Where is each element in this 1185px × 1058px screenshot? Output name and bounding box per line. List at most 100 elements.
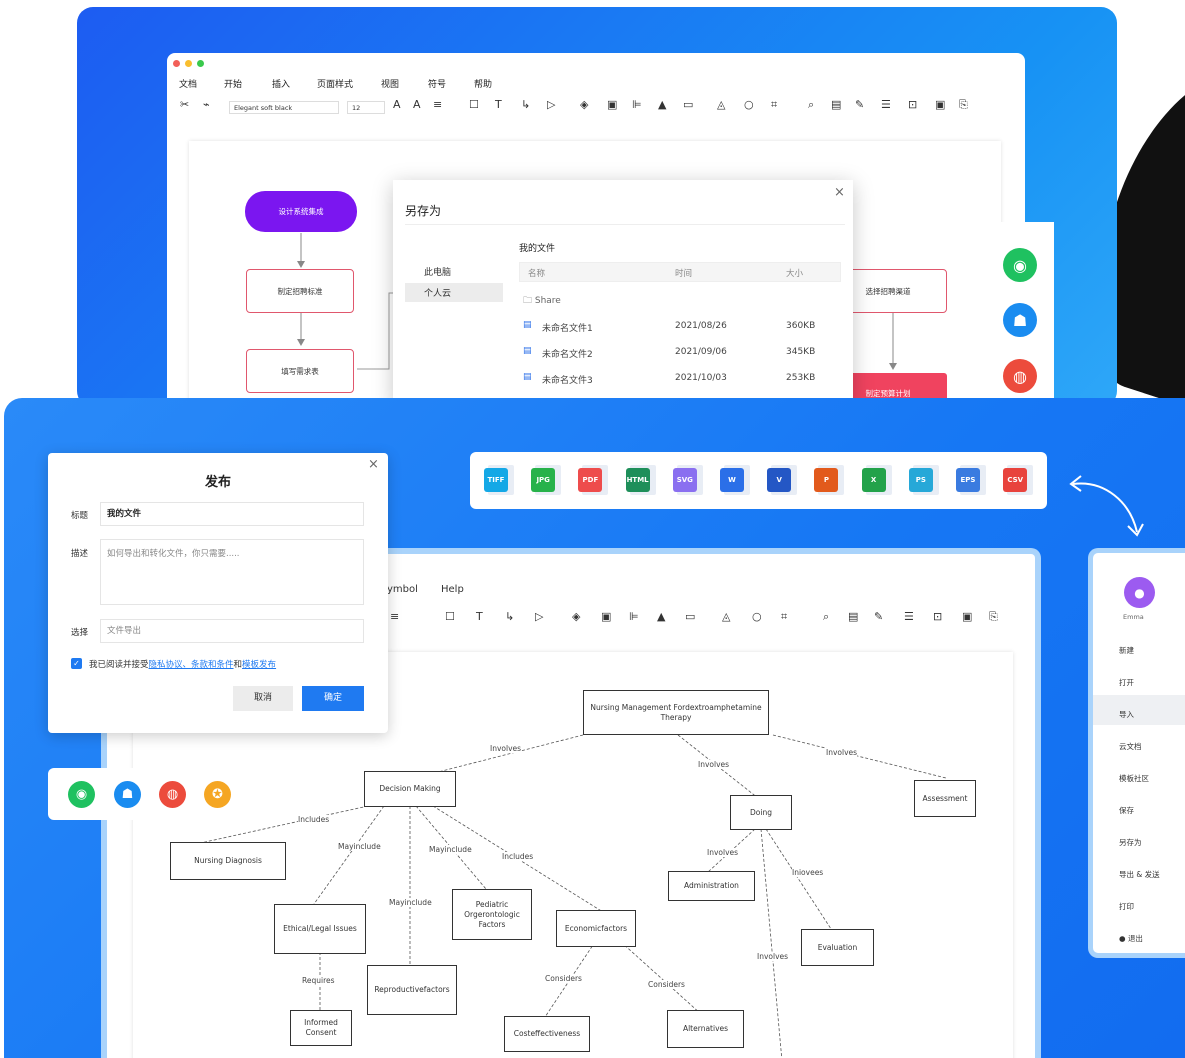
cut-icon[interactable]: ✂ (180, 98, 189, 111)
menu-template-community[interactable]: 模板社区 (1119, 773, 1149, 784)
fill-icon[interactable]: ◬ (717, 98, 725, 111)
font-grow-icon[interactable]: A (393, 98, 401, 111)
concept-node[interactable]: Costeffectiveness (504, 1016, 590, 1052)
concept-node[interactable]: Ethical/Legal Issues (274, 904, 366, 954)
format-tiff-icon[interactable]: TIFF (484, 468, 508, 492)
close-icon[interactable]: × (834, 185, 845, 200)
format-painter-icon[interactable]: ⌁ (203, 98, 210, 111)
format-pdf-icon[interactable]: PDF (578, 468, 603, 492)
menu-item[interactable]: 页面样式 (317, 77, 353, 90)
font-select[interactable]: Elegant soft black (229, 101, 339, 114)
privacy-link[interactable]: 隐私协议、条款和条件 (149, 660, 234, 670)
close-dot[interactable] (173, 60, 180, 67)
qq-icon[interactable]: ☗ (114, 781, 141, 808)
lock-icon[interactable]: ⊡ (908, 98, 917, 111)
format-ps-icon[interactable]: PS (908, 468, 933, 492)
page-icon[interactable]: ▤ (848, 610, 858, 623)
align-icon[interactable]: ≡ (433, 98, 442, 111)
concept-node[interactable]: Nursing Diagnosis (170, 842, 286, 880)
menu-item[interactable]: 帮助 (474, 77, 492, 90)
concept-node[interactable]: Economicfactors (556, 910, 636, 947)
menu-item[interactable]: 开始 (224, 77, 242, 90)
maximize-dot[interactable] (197, 60, 204, 67)
col-date[interactable]: 时间 (675, 267, 692, 279)
menu-open[interactable]: 打开 (1119, 677, 1134, 688)
layers-icon[interactable]: ◈ (572, 610, 580, 623)
menu-import[interactable]: 导入 (1119, 709, 1134, 720)
format-svg-icon[interactable]: SVG (672, 468, 697, 492)
fill-icon[interactable]: ◬ (722, 610, 730, 623)
group-icon[interactable]: ▣ (601, 610, 611, 623)
format-html-icon[interactable]: HTML (625, 468, 650, 492)
col-name[interactable]: 名称 (528, 267, 545, 279)
file-row[interactable]: ▤ 未命名文件1 2021/08/26 360KB (523, 320, 843, 335)
frame-icon[interactable]: ▭ (683, 98, 693, 111)
menu-exit[interactable]: ● 退出 (1119, 933, 1143, 944)
crop-icon[interactable]: ⌗ (771, 98, 777, 112)
menu-item[interactable]: 符号 (428, 77, 446, 90)
weibo-icon[interactable]: ◍ (1003, 359, 1037, 393)
col-size[interactable]: 大小 (786, 267, 803, 279)
shape-icon[interactable]: ○ (744, 98, 754, 111)
location-cloud[interactable]: 个人云 (424, 286, 451, 299)
weibo-icon[interactable]: ◍ (159, 781, 186, 808)
pen-icon[interactable]: ✎ (855, 98, 864, 111)
location-this-pc[interactable]: 此电脑 (424, 265, 451, 278)
description-textarea[interactable]: 如何导出和转化文件，你只需要..... (100, 539, 364, 605)
page-icon[interactable]: ▤ (831, 98, 841, 111)
menu-save-as[interactable]: 另存为 (1119, 837, 1142, 848)
concept-node[interactable]: Informed Consent (290, 1010, 352, 1046)
rectangle-icon[interactable]: ☐ (469, 98, 479, 111)
menu-print[interactable]: 打印 (1119, 901, 1134, 912)
connector-icon[interactable]: ↳ (505, 610, 514, 623)
pointer-icon[interactable]: ▷ (535, 610, 543, 623)
share-icon[interactable]: ⎘ (959, 98, 968, 112)
format-v-icon[interactable]: V (767, 468, 792, 492)
layers-icon[interactable]: ◈ (580, 98, 588, 111)
menu-item[interactable]: 文档 (179, 77, 197, 90)
agree-checkbox[interactable]: ✓ (71, 658, 82, 669)
file-row[interactable]: ▤ 未命名文件3 2021/10/03 253KB (523, 372, 843, 387)
export-select[interactable]: 文件导出 (100, 619, 364, 643)
font-shrink-icon[interactable]: A (413, 98, 421, 111)
close-icon[interactable]: × (368, 457, 379, 472)
concept-node[interactable]: Doing (730, 795, 792, 830)
concept-root[interactable]: Nursing Management Fordextroamphetamine … (583, 690, 769, 735)
concept-node[interactable]: Reproductivefactors (367, 965, 457, 1015)
menu-item[interactable]: Help (441, 584, 464, 595)
search-icon[interactable]: ⌕ (823, 610, 829, 624)
flow-node-start[interactable]: 设计系统集成 (245, 191, 357, 232)
crop-icon[interactable]: ⌗ (781, 610, 787, 624)
fit-icon[interactable]: ▣ (962, 610, 972, 623)
format-eps-icon[interactable]: EPS (956, 468, 980, 492)
line-style-icon[interactable]: ☰ (904, 610, 914, 623)
concept-node[interactable]: Evaluation (801, 929, 874, 966)
flow-node[interactable]: 填写需求表 (246, 349, 354, 393)
menu-item[interactable]: 插入 (272, 77, 290, 90)
file-row[interactable]: ▤ 未命名文件2 2021/09/06 345KB (523, 346, 843, 361)
flip-icon[interactable]: ▲ (657, 610, 665, 623)
title-input[interactable]: 我的文件 (100, 502, 364, 526)
group-icon[interactable]: ▣ (607, 98, 617, 111)
format-p-icon[interactable]: P (814, 468, 839, 492)
menu-export-send[interactable]: 导出 & 发送 (1119, 869, 1160, 880)
pointer-icon[interactable]: ▷ (547, 98, 555, 111)
rectangle-icon[interactable]: ☐ (445, 610, 455, 623)
text-icon[interactable]: T (476, 610, 483, 623)
folder-row[interactable]: 🗀 Share (523, 293, 561, 309)
minimize-dot[interactable] (185, 60, 192, 67)
avatar[interactable]: ● (1124, 577, 1155, 608)
line-style-icon[interactable]: ☰ (881, 98, 891, 111)
lock-icon[interactable]: ⊡ (933, 610, 942, 623)
menu-item[interactable]: 视图 (381, 77, 399, 90)
ok-button[interactable]: 确定 (302, 686, 364, 711)
menu-item[interactable]: ymbol (387, 584, 418, 595)
qq-icon[interactable]: ☗ (1003, 303, 1037, 337)
align-left-icon[interactable]: ⊫ (629, 610, 639, 623)
font-size-select[interactable]: 12 (347, 101, 385, 114)
format-jpg-icon[interactable]: JPG (531, 468, 556, 492)
concept-node[interactable]: Decision Making (364, 771, 456, 807)
frame-icon[interactable]: ▭ (685, 610, 695, 623)
concept-node[interactable]: Alternatives (667, 1010, 744, 1048)
format-w-icon[interactable]: W (720, 468, 744, 492)
